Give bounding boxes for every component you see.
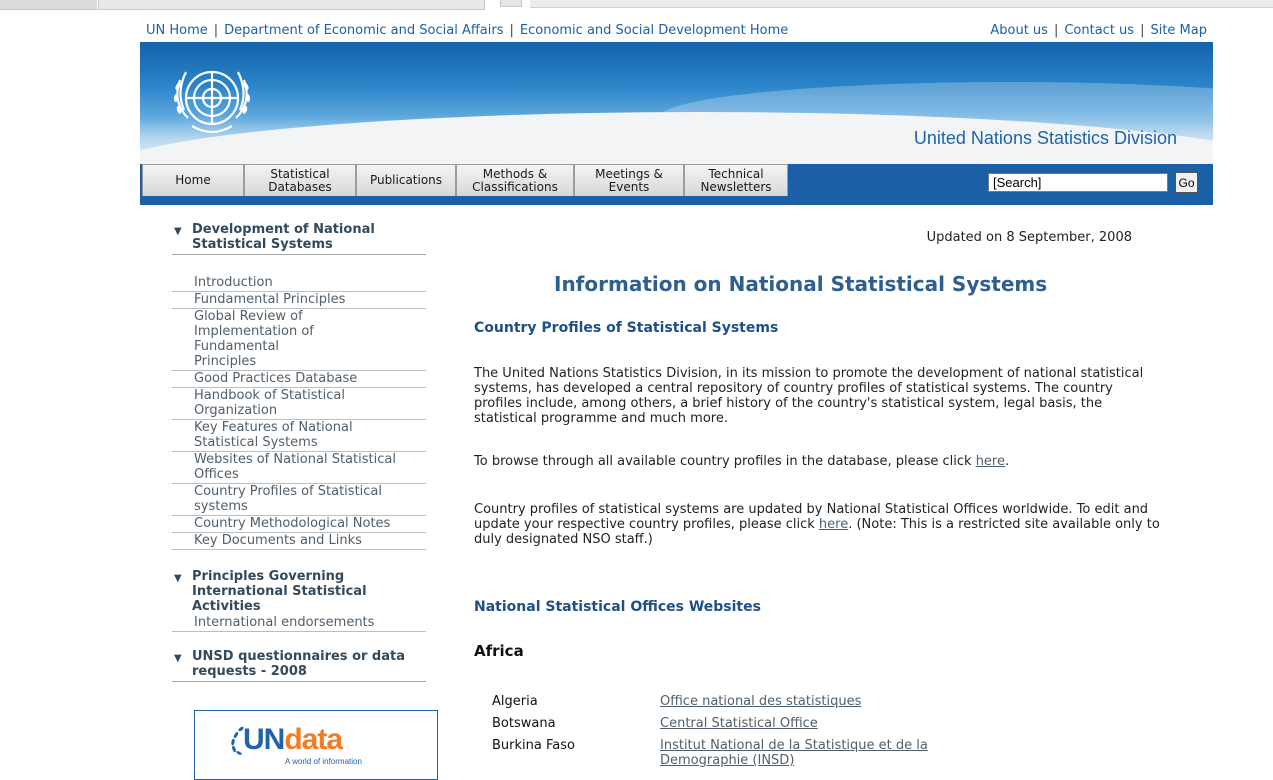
sidebar-item-fundamental-principles[interactable]: Fundamental Principles [172,292,426,309]
browse-text: To browse through all available country … [474,454,976,469]
tab-technical-newsletters-label: Technical Newsletters [700,166,772,194]
top-nav-left: UN Home | Department of Economic and Socia… [146,20,788,42]
intro-paragraph: The United Nations Statistics Division, … [474,366,1144,426]
tab-publications[interactable]: Publications [356,164,456,196]
tab-meetings-events[interactable]: Meetings & Events [574,164,684,196]
sidebar-section-principles-title: Principles Governing International Stati… [192,569,367,614]
tab-home-label: Home [175,173,211,187]
sidebar-item-key-features[interactable]: Key Features of National Statistical Sys… [172,420,426,452]
sidebar-section-unsd-header[interactable]: ▼ UNSD questionnaires or data requests -… [172,649,426,679]
nav-esd-home-link[interactable]: Economic and Social Development Home [520,23,788,38]
browse-paragraph: To browse through all available country … [474,454,1164,469]
browser-tab[interactable] [98,0,485,10]
country-name: Algeria [492,694,538,709]
nav-un-home-link[interactable]: UN Home [146,23,208,38]
header-banner: United Nations Statistics Division [140,42,1213,164]
country-profiles-heading: Country Profiles of Statistical Systems [474,320,779,336]
country-name: Botswana [492,716,556,731]
africa-heading: Africa [474,642,524,660]
nav-desa-link[interactable]: Department of Economic and Social Affair… [224,23,503,38]
page-title: Information on National Statistical Syst… [554,272,1048,296]
undata-logo-data: data [284,723,343,756]
office-link[interactable]: Office national des statistiques [660,694,990,709]
un-emblem-icon[interactable] [162,52,262,152]
undata-tagline: A world of information [285,757,362,766]
nav-contact-link[interactable]: Contact us [1064,23,1134,38]
banner-title: United Nations Statistics Division [913,128,1177,148]
tab-publications-label: Publications [369,173,443,187]
country-name: Burkina Faso [492,738,575,753]
sidebar-section-development: ▼ Development of National Statistical Sy… [172,222,426,255]
update-here-link[interactable]: here [819,517,848,532]
browse-text-end: . [1004,454,1010,469]
tab-meetings-events-label: Meetings & Events [595,166,663,194]
sidebar-section-unsd-title: UNSD questionnaires or data requests - 2… [192,649,405,679]
triangle-down-icon: ▼ [174,226,182,237]
triangle-down-icon: ▼ [174,573,182,584]
sidebar-item-methodological-notes[interactable]: Country Methodological Notes [172,516,426,533]
sidebar-item-introduction[interactable]: Introduction [172,275,426,292]
browser-tab-small[interactable] [500,0,522,7]
nav-separator: | [213,23,219,38]
sidebar-section-principles-header[interactable]: ▼ Principles Governing International Sta… [172,569,426,614]
update-paragraph: Country profiles of statistical systems … [474,502,1164,547]
tab-methods-classifications[interactable]: Methods & Classifications [456,164,574,196]
nso-websites-heading: National Statistical Offices Websites [474,599,761,615]
nav-separator: | [509,23,514,38]
sidebar-section-development-header[interactable]: ▼ Development of National Statistical Sy… [172,222,426,252]
search-input[interactable] [988,173,1168,192]
undata-logo-un: UN [243,723,285,756]
sidebar-item-global-review[interactable]: Global Review of Implementation of Funda… [172,309,426,371]
sidebar-item-handbook[interactable]: Handbook of Statistical Organization [172,388,426,420]
nav-sitemap-link[interactable]: Site Map [1150,23,1207,38]
sidebar-section-unsd: ▼ UNSD questionnaires or data requests -… [172,649,426,682]
sidebar-item-key-documents[interactable]: Key Documents and Links [172,533,426,550]
tab-statistical-databases-label: Statistical Databases [268,166,332,194]
chrome-gray-area [0,0,97,10]
tab-statistical-databases[interactable]: Statistical Databases [244,164,356,196]
nav-about-link[interactable]: About us [990,23,1048,38]
go-button[interactable]: Go [1175,172,1198,193]
tab-home[interactable]: Home [142,164,244,196]
undata-banner[interactable]: UNdata A world of information [194,710,438,780]
top-nav: UN Home | Department of Economic and Socia… [140,20,1213,42]
office-link[interactable]: Central Statistical Office [660,716,990,731]
chrome-bar [530,0,1273,8]
sidebar-item-international-endorsements[interactable]: International endorsements [172,614,426,632]
sidebar-item-country-profiles[interactable]: Country Profiles of Statistical systems [172,484,426,516]
browser-chrome-strip [0,0,1273,20]
office-link[interactable]: Institut National de la Statistique et d… [660,738,970,768]
nav-separator: | [1140,23,1145,38]
nav-separator: | [1053,23,1059,38]
triangle-down-icon: ▼ [174,653,182,664]
updated-date: Updated on 8 September, 2008 [926,230,1132,245]
tab-methods-classifications-label: Methods & Classifications [472,166,558,194]
sidebar-item-good-practices[interactable]: Good Practices Database [172,371,426,388]
tab-technical-newsletters[interactable]: Technical Newsletters [684,164,788,196]
main-menu-bar: Home Statistical Databases Publications … [140,164,1213,205]
sidebar-section-development-title: Development of National Statistical Syst… [192,222,375,252]
undata-logo: UNdata [243,723,343,757]
top-nav-right: About us | Contact us | Site Map [990,20,1207,42]
sidebar-item-nso-websites[interactable]: Websites of National Statistical Offices [172,452,426,484]
browse-here-link[interactable]: here [976,454,1005,469]
sidebar: ▼ Development of National Statistical Sy… [172,222,426,682]
